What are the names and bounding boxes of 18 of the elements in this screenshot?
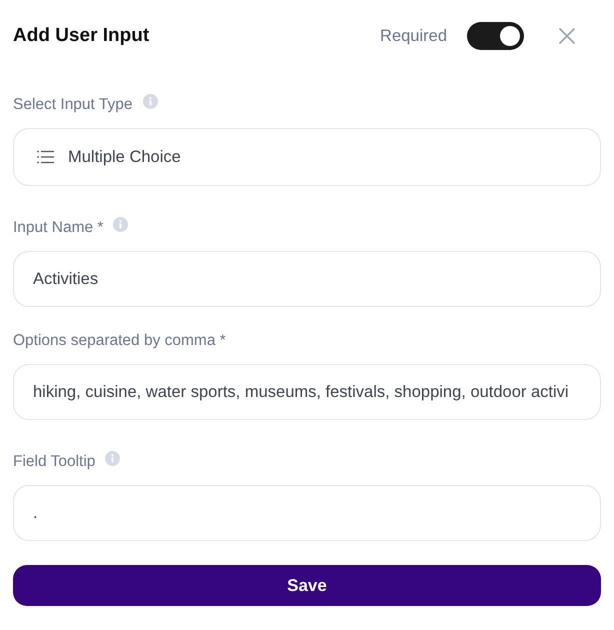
field-label: Select Input Type [13, 95, 132, 115]
text-input-field[interactable]: hiking, cuisine, water sports, museums, festivals, shopping, outdoor activi [13, 364, 601, 420]
close-icon [559, 28, 575, 44]
text-input-field[interactable]: Activities [13, 251, 601, 307]
info-icon[interactable] [113, 217, 128, 232]
dialog-title: Add User Input [13, 25, 150, 47]
input-type-select[interactable]: Multiple Choice [13, 128, 601, 186]
text-input-field[interactable]: . [13, 485, 601, 541]
required-label: Required [380, 26, 447, 46]
save-button[interactable]: Save [13, 565, 601, 606]
field-label: Field Tooltip [13, 452, 96, 472]
info-icon[interactable] [142, 94, 158, 109]
selected-type-text: Multiple Choice [68, 148, 181, 166]
field-label: Input Name * [13, 218, 104, 238]
list-icon [37, 150, 54, 164]
required-toggle[interactable] [467, 22, 524, 50]
info-icon[interactable] [105, 451, 120, 466]
field-label: Options separated by comma * [13, 331, 226, 351]
